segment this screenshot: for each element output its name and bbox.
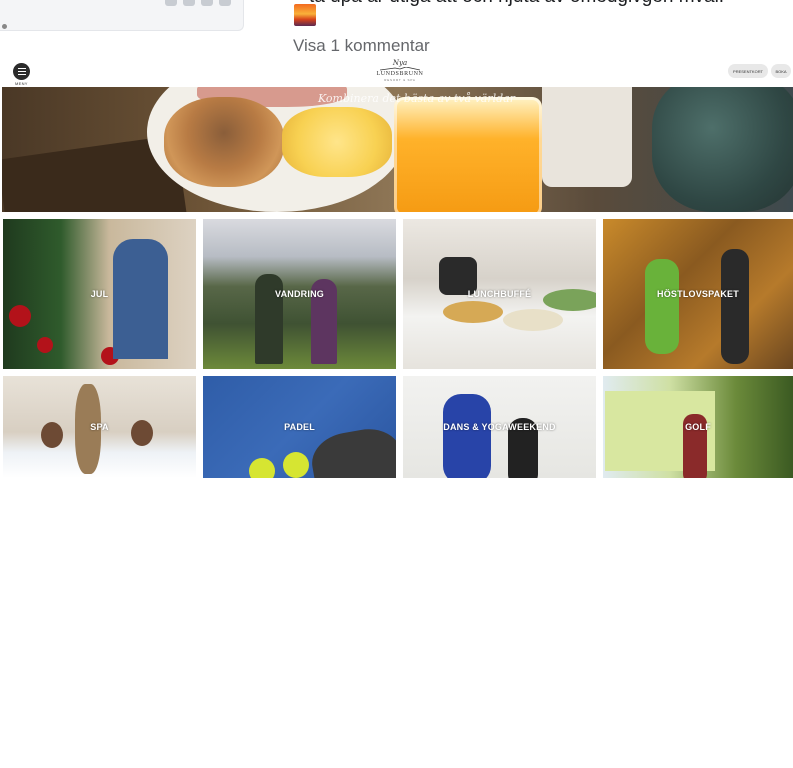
- post-header-fragment: ta upa ar utiga att och njuta av omedgiv…: [0, 0, 793, 56]
- logo-subtitle: RESORT & SPA: [384, 78, 416, 82]
- reaction-icons: [165, 0, 231, 6]
- hero-pot: [652, 87, 793, 212]
- tile-label: PADEL: [284, 422, 315, 432]
- gift-card-button[interactable]: PRESENTKORT: [728, 64, 768, 78]
- hero-caption: Kombinera det bästa av två världar: [318, 92, 515, 105]
- reaction-icon[interactable]: [219, 0, 231, 6]
- tile-label: SPA: [90, 422, 109, 432]
- bullet-icon: [2, 24, 7, 29]
- tile-spa[interactable]: SPA: [3, 376, 196, 478]
- tile-dans-yogaweekend[interactable]: DANS & YOGAWEEKEND: [403, 376, 596, 478]
- reaction-icon[interactable]: [201, 0, 213, 6]
- tile-label: HÖSTLOVSPAKET: [657, 289, 739, 299]
- sunset-emoji-icon: [294, 4, 316, 26]
- view-comments-link[interactable]: Visa 1 kommentar: [293, 36, 430, 56]
- tile-lunchbuffe[interactable]: LUNCHBUFFÉ: [403, 219, 596, 369]
- reaction-icon[interactable]: [183, 0, 195, 6]
- hamburger-menu-icon[interactable]: [13, 63, 30, 80]
- tile-label: JUL: [90, 289, 109, 299]
- hero-waffle: [164, 97, 284, 187]
- reaction-icon[interactable]: [165, 0, 177, 6]
- site-header: MENY Nya LUNDSBRUNN RESORT & SPA PRESENT…: [2, 56, 793, 87]
- book-button[interactable]: BOKA: [771, 64, 791, 78]
- blank-area: [0, 478, 793, 768]
- tile-hostlovspaket[interactable]: HÖSTLOVSPAKET: [603, 219, 793, 369]
- tile-vandring[interactable]: VANDRING: [203, 219, 396, 369]
- site-logo[interactable]: Nya LUNDSBRUNN RESORT & SPA: [370, 59, 430, 85]
- post-image-website[interactable]: MENY Nya LUNDSBRUNN RESORT & SPA PRESENT…: [2, 56, 793, 478]
- post-text: ta upa ar utiga att och njuta av omedgiv…: [309, 0, 724, 8]
- tile-label: LUNCHBUFFÉ: [467, 289, 532, 299]
- hero-cup: [542, 87, 632, 187]
- tile-jul[interactable]: JUL: [3, 219, 196, 369]
- hero-banner: Kombinera det bästa av två världar: [2, 87, 793, 212]
- tile-label: DANS & YOGAWEEKEND: [443, 422, 556, 432]
- tile-golf[interactable]: GOLF: [603, 376, 793, 478]
- logo-script: Nya: [392, 59, 408, 67]
- tile-label: GOLF: [685, 422, 711, 432]
- hero-juice-glass: [394, 97, 542, 212]
- tile-label: VANDRING: [275, 289, 324, 299]
- tile-padel[interactable]: PADEL: [203, 376, 396, 478]
- hero-eggs: [282, 107, 392, 177]
- previous-comment-box: [0, 0, 244, 31]
- logo-name: LUNDSBRUNN: [376, 71, 424, 77]
- menu-label: MENY: [15, 81, 28, 86]
